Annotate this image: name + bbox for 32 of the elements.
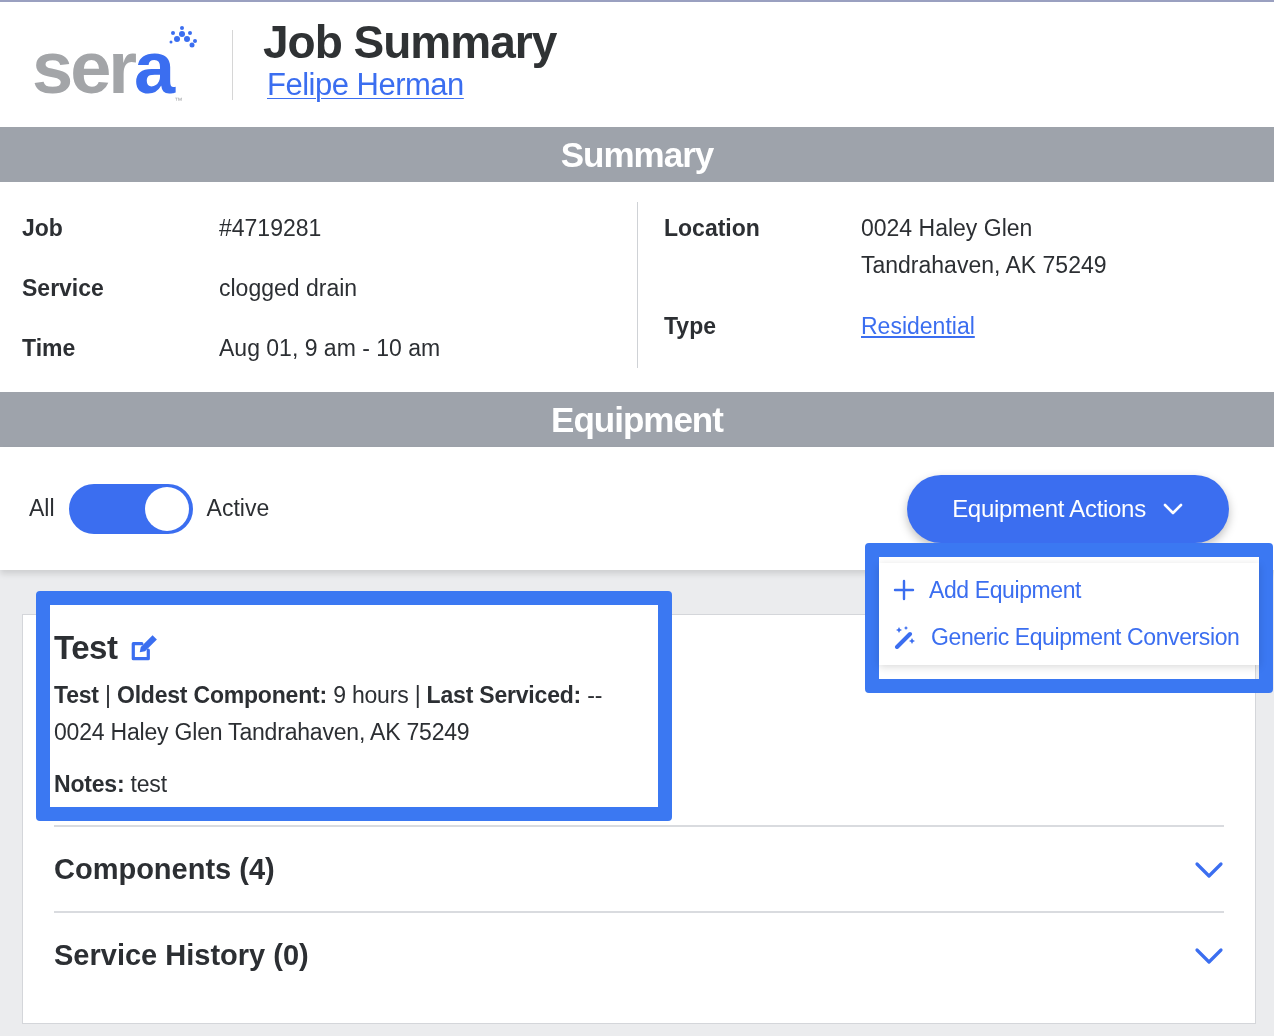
- equipment-info: Test | Oldest Component: 9 hours | Last Serviced: --: [54, 681, 604, 710]
- accordion-header[interactable]: Service History (0): [54, 911, 1224, 997]
- field-value: Aug 01, 9 am - 10 am: [219, 334, 441, 363]
- field-value: 0024 Haley Glen: [861, 214, 1034, 243]
- equipment-actions-button[interactable]: Equipment Actions: [907, 474, 1229, 543]
- toggle-label: Active: [206, 495, 270, 522]
- field-value: #4719281: [219, 214, 322, 243]
- menu-item[interactable]: Add Equipment: [879, 566, 1259, 614]
- page-title: Job Summary: [263, 18, 557, 67]
- type-link[interactable]: Residential: [861, 313, 975, 339]
- toggle-label: All: [29, 495, 55, 522]
- chevron-down-icon: [1194, 945, 1224, 965]
- equipment-name: Test: [54, 629, 118, 667]
- accordion-header[interactable]: Components (4): [54, 825, 1224, 911]
- menu-item[interactable]: Generic Equipment Conversion: [879, 613, 1259, 661]
- section-header: Summary: [0, 127, 1274, 182]
- field-label: Time: [22, 334, 77, 363]
- logo: sera™: [32, 24, 204, 105]
- section-header: Equipment: [0, 392, 1274, 447]
- toggle-switch[interactable]: [68, 483, 193, 534]
- field-value: Tandrahaven, AK 75249: [861, 251, 1107, 280]
- field-label: Service: [22, 274, 105, 303]
- magic-wand-icon: [893, 625, 917, 649]
- field-label: Type: [664, 312, 717, 341]
- field-label: Job: [22, 214, 64, 243]
- equipment-address: 0024 Haley Glen Tandrahaven, AK 75249: [54, 718, 471, 747]
- plus-icon: [893, 579, 915, 601]
- chevron-down-icon: [1194, 859, 1224, 879]
- field-label: Location: [664, 214, 761, 243]
- field-value: clogged drain: [219, 274, 358, 303]
- edit-icon: [129, 633, 160, 663]
- equipment-notes: Notes: test: [54, 770, 168, 799]
